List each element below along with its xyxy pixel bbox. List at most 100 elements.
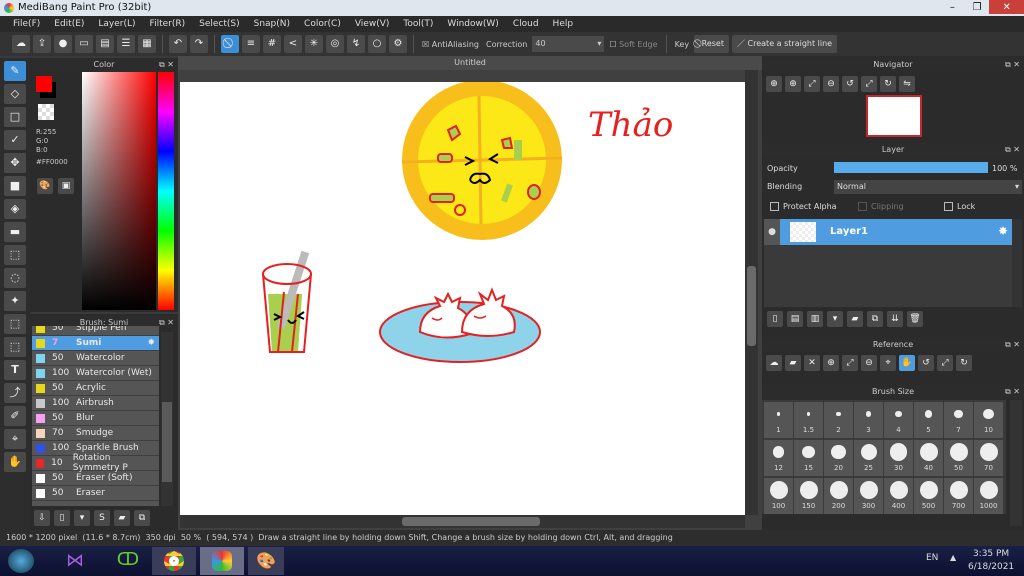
brush-list-item[interactable]: 100 Watercolor (Wet): [32, 366, 159, 381]
brush-size-option[interactable]: 100: [764, 478, 793, 514]
grid-snap-icon[interactable]: #: [263, 35, 281, 53]
duplicate-icon[interactable]: ⧉: [867, 311, 883, 327]
fit-icon[interactable]: ⤢: [804, 76, 820, 92]
medibang-taskbar-icon[interactable]: [200, 547, 244, 575]
brush-size-option[interactable]: 3: [854, 402, 883, 438]
menu-tool[interactable]: Tool(T): [396, 16, 440, 32]
new-halftone-layer-icon[interactable]: ▤: [787, 311, 803, 327]
document-icon[interactable]: ▤: [96, 35, 114, 53]
chrome-icon[interactable]: [152, 547, 196, 575]
divide-tool-icon[interactable]: ✐: [4, 406, 26, 426]
open-folder-icon[interactable]: ▰: [785, 355, 801, 371]
select-pen-tool-icon[interactable]: ⬚: [4, 314, 26, 334]
eraser-tool-icon[interactable]: ◇: [4, 84, 26, 104]
menu-color[interactable]: Color(C): [297, 16, 348, 32]
brush-list-item[interactable]: 50 Watercolor: [32, 351, 159, 366]
brush-size-option[interactable]: 150: [794, 478, 823, 514]
clipping-checkbox[interactable]: Clipping: [858, 202, 904, 211]
brush-size-option[interactable]: 400: [884, 478, 913, 514]
brush-size-option[interactable]: 30: [884, 440, 913, 476]
copy-icon[interactable]: ⧉: [134, 510, 150, 526]
curve-snap-icon[interactable]: ↯: [347, 35, 365, 53]
zoom-out-icon[interactable]: ⊖: [861, 355, 877, 371]
correction-select[interactable]: 40 ▾: [532, 36, 605, 52]
minimize-button[interactable]: –: [940, 0, 965, 14]
brush-size-option[interactable]: 70: [974, 440, 1003, 476]
comment-icon[interactable]: ●: [54, 35, 72, 53]
menu-select[interactable]: Select(S): [192, 16, 247, 32]
folder-icon[interactable]: ▰: [114, 510, 130, 526]
brush-size-option[interactable]: 25: [854, 440, 883, 476]
fit-window-icon[interactable]: ⤢: [861, 76, 877, 92]
close-button[interactable]: ✕: [989, 0, 1024, 14]
zoom-out-icon[interactable]: ⊖: [823, 76, 839, 92]
menu-view[interactable]: View(V): [348, 16, 397, 32]
dot-tool-icon[interactable]: ✓: [4, 130, 26, 150]
opacity-slider[interactable]: [834, 162, 988, 173]
zoom-in-icon[interactable]: ⊕: [785, 76, 801, 92]
brush-size-option[interactable]: 200: [824, 478, 853, 514]
menu-file[interactable]: File(F): [6, 16, 47, 32]
brush-list-item[interactable]: 100 Airbrush: [32, 396, 159, 411]
gradient-tool-icon[interactable]: ▬: [4, 222, 26, 242]
start-button[interactable]: [8, 549, 34, 573]
brush-size-option[interactable]: 10: [974, 402, 1003, 438]
brush-settings-icon[interactable]: ✸: [147, 338, 155, 348]
saturation-value-picker[interactable]: [82, 72, 156, 310]
coccoc-icon[interactable]: ↀ: [114, 549, 142, 573]
transparent-swatch[interactable]: [38, 104, 54, 120]
horizontal-scrollbar[interactable]: [180, 515, 745, 528]
new-layer-icon[interactable]: ▯: [767, 311, 783, 327]
brush-list-item[interactable]: 7 Sumi ✸: [32, 336, 159, 351]
rotate-right-icon[interactable]: ↻: [880, 76, 896, 92]
new-1bit-layer-icon[interactable]: ▥: [807, 311, 823, 327]
close-icon[interactable]: ✕: [804, 355, 820, 371]
rotate-left-icon[interactable]: ↺: [842, 76, 858, 92]
fill-rect-tool-icon[interactable]: ■: [4, 176, 26, 196]
protect-alpha-checkbox[interactable]: Protect Alpha: [770, 202, 837, 211]
vertical-scrollbar[interactable]: [745, 70, 758, 515]
brush-size-option[interactable]: 500: [914, 478, 943, 514]
navigator-thumbnail[interactable]: [866, 95, 922, 137]
brush-size-option[interactable]: 50: [944, 440, 973, 476]
fit-icon[interactable]: ⤢: [842, 355, 858, 371]
merge-icon[interactable]: ⇊: [887, 311, 903, 327]
visibility-icon[interactable]: ●: [764, 219, 780, 245]
circle-snap-icon[interactable]: ○: [368, 35, 386, 53]
menu-snap[interactable]: Snap(N): [247, 16, 297, 32]
parallel-snap-icon[interactable]: ≡: [242, 35, 260, 53]
cloud-download-icon[interactable]: ⇩: [34, 510, 50, 526]
restore-button[interactable]: ❐: [965, 0, 990, 14]
panel-controls-icon[interactable]: ⧉ ✕: [1005, 338, 1020, 352]
brush-size-option[interactable]: 300: [854, 478, 883, 514]
undo-icon[interactable]: ↶: [169, 35, 187, 53]
rectangle-tool-icon[interactable]: □: [4, 107, 26, 127]
lasso-tool-icon[interactable]: ◌: [4, 268, 26, 288]
brush-size-option[interactable]: 2: [824, 402, 853, 438]
brush-size-option[interactable]: 20: [824, 440, 853, 476]
bucket-tool-icon[interactable]: ◈: [4, 199, 26, 219]
menu-help[interactable]: Help: [546, 16, 581, 32]
brush-size-option[interactable]: 12: [764, 440, 793, 476]
language-indicator[interactable]: EN: [926, 553, 938, 563]
brush-list-item[interactable]: 50 Acrylic: [32, 381, 159, 396]
rotate-left-icon[interactable]: ↺: [918, 355, 934, 371]
add-brush-icon[interactable]: ▾: [74, 510, 90, 526]
reset-button[interactable]: ⃠ Reset: [694, 35, 729, 53]
move-tool-icon[interactable]: ✥: [4, 153, 26, 173]
eyedropper-tool-icon[interactable]: ⌖: [4, 429, 26, 449]
visual-studio-icon[interactable]: ⋈: [66, 550, 84, 571]
layout-icon[interactable]: ▦: [138, 35, 156, 53]
hue-slider[interactable]: [158, 72, 174, 310]
brush-list-item[interactable]: 70 Smudge: [32, 426, 159, 441]
flip-icon[interactable]: ⇋: [899, 76, 915, 92]
layer-settings-icon[interactable]: ✸: [998, 224, 1008, 238]
script-icon[interactable]: S: [94, 510, 110, 526]
magic-wand-tool-icon[interactable]: ✦: [4, 291, 26, 311]
panel-controls-icon[interactable]: ⧉ ✕: [1005, 385, 1020, 399]
operation-tool-icon[interactable]: ⤴: [4, 383, 26, 403]
antialiasing-checkbox[interactable]: ☒ AntiAliasing: [420, 40, 481, 49]
folder-icon[interactable]: ▰: [847, 311, 863, 327]
layer-scrollbar[interactable]: [1012, 219, 1022, 307]
brush-size-option[interactable]: 1: [764, 402, 793, 438]
